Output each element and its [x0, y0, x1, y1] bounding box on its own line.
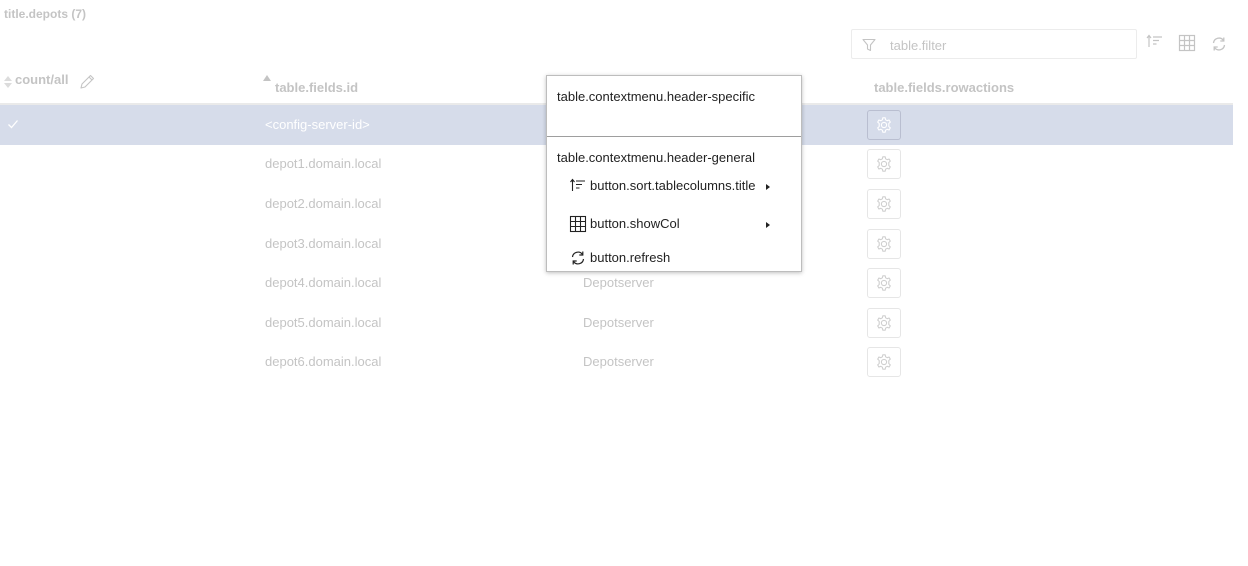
page-title: title.depots (7): [4, 7, 87, 21]
refresh-icon[interactable]: [1210, 35, 1228, 53]
cell-type: Depotserver: [583, 275, 654, 290]
gear-icon: [877, 236, 891, 252]
cell-id: <config-server-id>: [265, 117, 370, 132]
cell-id: depot5.domain.local: [265, 315, 382, 330]
row-actions-button[interactable]: [867, 308, 901, 338]
edit-icon[interactable]: [78, 73, 96, 91]
columns-grid-icon[interactable]: [1178, 34, 1196, 52]
row-actions-button[interactable]: [867, 189, 901, 219]
row-actions-button[interactable]: [867, 347, 901, 377]
gear-icon: [877, 196, 891, 212]
cell-id: depot3.domain.local: [265, 236, 382, 251]
menu-item-refresh[interactable]: button.refresh: [569, 247, 793, 271]
table-row[interactable]: depot6.domain.local Depotserver: [0, 342, 1233, 382]
sort-toggle-icon[interactable]: [3, 74, 13, 90]
cell-type: Depotserver: [583, 354, 654, 369]
context-menu-header-specific: table.contextmenu.header-specific: [557, 89, 756, 104]
gear-icon: [877, 315, 891, 331]
gear-icon: [877, 117, 891, 133]
cell-id: depot1.domain.local: [265, 156, 382, 171]
header-count-all[interactable]: count/all: [15, 72, 68, 87]
submenu-arrow-icon: [766, 222, 770, 228]
filter-icon: [862, 38, 876, 52]
refresh-icon: [571, 251, 585, 265]
header-id[interactable]: table.fields.id: [275, 80, 358, 95]
sort-icon[interactable]: [1146, 33, 1164, 51]
menu-item-sort-columns[interactable]: button.sort.tablecolumns.title: [569, 175, 793, 199]
table-row[interactable]: depot5.domain.local Depotserver: [0, 303, 1233, 343]
row-actions-button[interactable]: [867, 110, 901, 140]
sort-ascending-icon: [263, 75, 271, 81]
row-actions-button[interactable]: [867, 268, 901, 298]
cell-id: depot2.domain.local: [265, 196, 382, 211]
sort-icon: [570, 178, 585, 191]
menu-item-label: button.sort.tablecolumns.title: [590, 178, 756, 193]
filter-field[interactable]: [851, 29, 1137, 59]
cell-type: Depotserver: [583, 315, 654, 330]
check-icon[interactable]: [6, 117, 20, 131]
filter-input[interactable]: [890, 36, 1120, 54]
submenu-arrow-icon: [766, 184, 770, 190]
context-menu-header-general: table.contextmenu.header-general: [557, 150, 756, 165]
gear-icon: [877, 156, 891, 172]
menu-item-label: button.showCol: [590, 216, 680, 231]
gear-icon: [877, 354, 891, 370]
context-menu-divider: [547, 136, 801, 137]
row-actions-button[interactable]: [867, 229, 901, 259]
columns-grid-icon: [569, 215, 587, 233]
row-actions-button[interactable]: [867, 149, 901, 179]
cell-id: depot4.domain.local: [265, 275, 382, 290]
cell-id: depot6.domain.local: [265, 354, 382, 369]
header-rowactions: table.fields.rowactions: [874, 80, 1015, 95]
menu-item-show-columns[interactable]: button.showCol: [569, 213, 793, 237]
menu-item-label: button.refresh: [590, 250, 671, 265]
context-menu: table.contextmenu.header-specific table.…: [546, 75, 802, 272]
gear-icon: [877, 275, 891, 291]
